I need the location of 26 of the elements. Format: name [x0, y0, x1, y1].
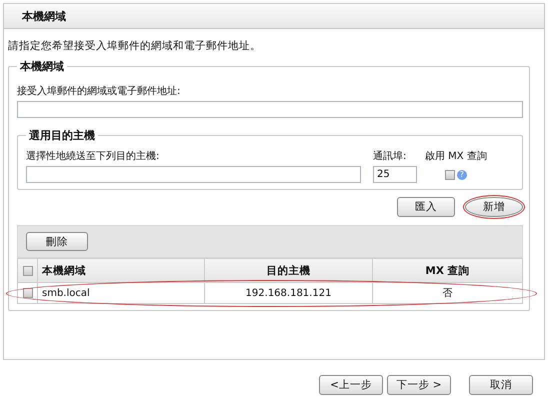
mx-label: 啟用 MX 查詢	[425, 150, 487, 163]
domain-label: 接受入埠郵件的網域或電子郵件地址:	[17, 84, 182, 98]
column-header: MX 查詢	[373, 259, 523, 283]
wizard-button[interactable]: 下一步 >	[387, 375, 451, 395]
delete-button[interactable]: 刪除	[26, 232, 88, 251]
wizard-button[interactable]: <上一步	[319, 375, 383, 395]
port-label: 通訊埠:	[373, 150, 408, 163]
host-label: 選擇性地繞送至下列目的主機:	[26, 150, 160, 163]
column-header: 本機網域	[38, 259, 205, 283]
panel-title: 本機網域	[22, 8, 66, 24]
port-field[interactable]: 25	[373, 166, 417, 183]
action-button[interactable]: 新增	[465, 197, 523, 217]
select-all-checkbox[interactable]	[22, 266, 32, 276]
group-legend: 選用目的主機	[26, 128, 98, 143]
mx-checkbox[interactable]	[444, 170, 455, 180]
domain-field[interactable]	[17, 101, 523, 118]
table-cell: smb.local	[38, 283, 205, 304]
host-field[interactable]	[26, 166, 361, 183]
column-header: 目的主機	[205, 259, 373, 283]
table-cell: 否	[373, 283, 523, 304]
action-button[interactable]: 匯入	[397, 197, 455, 217]
instruction-text: 請指定您希望接受入埠郵件的網域和電子郵件地址。	[8, 39, 262, 53]
group-legend: 本機網域	[17, 59, 67, 74]
wizard-button[interactable]: 取消	[469, 375, 533, 395]
row-checkbox[interactable]	[22, 288, 32, 298]
table-cell: 192.168.181.121	[205, 283, 373, 304]
